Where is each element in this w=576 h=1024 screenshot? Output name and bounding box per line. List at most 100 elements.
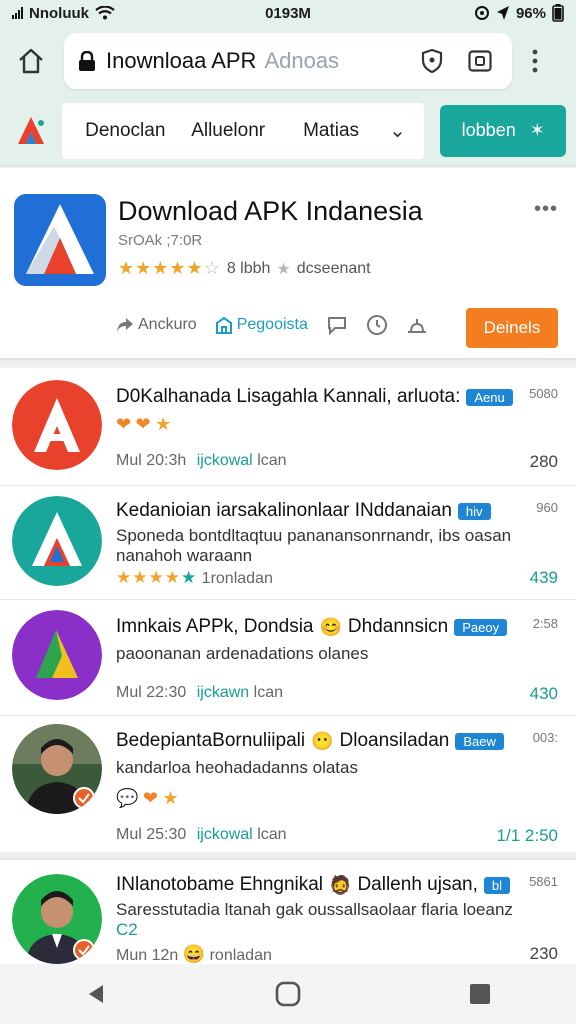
list-item[interactable]: Imnkais APPk, Dondsia 😊 Dhdannsicn Paeoy… bbox=[0, 600, 576, 716]
status-badge: Aenu bbox=[466, 388, 513, 406]
app-version: 003: bbox=[532, 730, 558, 745]
location-icon bbox=[496, 6, 509, 20]
recents-icon bbox=[470, 984, 490, 1004]
tabs-button[interactable] bbox=[462, 43, 498, 79]
nav-item-1[interactable]: Denoclan bbox=[74, 120, 177, 142]
chevron-down-icon[interactable]: ⌄ bbox=[383, 118, 413, 143]
status-badge: Baew bbox=[455, 732, 504, 750]
home-icon bbox=[19, 48, 43, 74]
rating-star-outline-icon: ★ bbox=[276, 260, 291, 278]
smile-icon: 😊 bbox=[319, 616, 342, 637]
heart-icon: ❤ bbox=[135, 414, 151, 434]
menu-button[interactable] bbox=[520, 41, 550, 81]
download-count: 439 bbox=[529, 568, 558, 587]
developer-link[interactable]: ijckowal bbox=[197, 826, 253, 843]
rating-extra: dcseenant bbox=[296, 259, 371, 277]
site-nav: Denoclan Alluelonr Matias ⌄ lobben ✶ bbox=[0, 96, 576, 166]
list-item[interactable]: INlanotobame Ehngnikal 🧔 Dallenh ujsan, … bbox=[0, 860, 576, 964]
download-count: 1/1 2:50 bbox=[496, 826, 558, 845]
lock-icon bbox=[79, 51, 95, 71]
app-icon bbox=[12, 496, 102, 586]
app-icon bbox=[12, 610, 102, 700]
status-badge: Paeoy bbox=[454, 618, 508, 636]
clock-icon[interactable] bbox=[366, 314, 388, 336]
app-title: INlanotobame Ehngnikal 🧔 Dallenh ujsan, … bbox=[116, 874, 510, 896]
home-button[interactable] bbox=[10, 40, 52, 82]
info-action[interactable]: Pegooista bbox=[215, 316, 308, 334]
alarm-icon bbox=[474, 6, 489, 20]
browser-toolbar: Inownloaa APR Adnoas bbox=[0, 26, 576, 96]
featured-app-card: Download APK Indanesia SrOAk ;7:0R ★★★★★… bbox=[0, 168, 576, 358]
hero-actions: Anckuro Pegooista bbox=[116, 314, 428, 336]
person-icon: 🧔 bbox=[329, 874, 352, 895]
list-item[interactable]: D0Kalhanada Lisagahla Kannali, arluota: … bbox=[0, 368, 576, 486]
back-button[interactable] bbox=[66, 964, 126, 1024]
tabs-icon bbox=[468, 50, 492, 72]
share-icon bbox=[117, 318, 133, 332]
avatar bbox=[12, 874, 102, 964]
home-nav-button[interactable] bbox=[258, 964, 318, 1024]
app-version: 5861 bbox=[529, 874, 558, 889]
rating-stars: ★★★★★☆ bbox=[118, 258, 221, 278]
download-count: 230 bbox=[529, 944, 558, 963]
chat-icon: 💬 bbox=[116, 788, 139, 808]
download-button[interactable]: Deinels bbox=[466, 308, 558, 348]
bookmark-icon[interactable] bbox=[406, 315, 428, 335]
app-tags: ❤ ❤ ★ bbox=[116, 414, 171, 435]
rating-count: 8 lbbh bbox=[226, 259, 271, 277]
more-vert-icon bbox=[532, 49, 538, 73]
developer-link[interactable]: ijckawn bbox=[197, 684, 249, 701]
battery-icon bbox=[552, 4, 564, 22]
comment-icon[interactable] bbox=[326, 315, 348, 335]
page-title: Download APK Indanesia bbox=[118, 196, 423, 226]
url-hint: Adnoas bbox=[264, 48, 340, 73]
wifi-icon bbox=[95, 6, 115, 20]
star-icon: ★ bbox=[155, 414, 172, 434]
back-icon bbox=[89, 985, 103, 1003]
app-meta: Mun 12n 😄 ronladan bbox=[116, 944, 272, 964]
app-meta: Mul 22:30 ijckawn lcan bbox=[116, 684, 283, 701]
laugh-icon: 😄 bbox=[182, 944, 206, 964]
status-badge: bl bbox=[483, 876, 510, 894]
site-logo-icon bbox=[17, 116, 44, 144]
download-count: 280 bbox=[529, 452, 558, 471]
nav-item-3[interactable]: Matias bbox=[280, 120, 383, 142]
app-description: kandarloa heohadadanns olatas bbox=[116, 758, 358, 777]
more-horiz-icon[interactable]: ••• bbox=[534, 198, 558, 221]
nav-cta-label: lobben bbox=[461, 120, 516, 140]
signal-icon bbox=[12, 7, 23, 19]
developer-link[interactable]: ijckowal bbox=[197, 452, 253, 469]
list-item[interactable]: Kedanioian iarsakalinonlaar INddanaian h… bbox=[0, 486, 576, 600]
status-bar: Nnoluuk 0193M 96% bbox=[0, 0, 576, 26]
app-tags: 💬 ❤ ★ bbox=[116, 788, 179, 809]
app-description: Sponeda bontdltaqtuu pananansonrnandr, i… bbox=[116, 526, 512, 565]
carrier-name: Nnoluuk bbox=[29, 4, 89, 22]
app-title: Kedanioian iarsakalinonlaar INddanaian h… bbox=[116, 500, 491, 522]
list-item[interactable]: BedepiantaBornuliipali 😶 Dloansiladan Ba… bbox=[0, 716, 576, 852]
site-logo[interactable] bbox=[10, 110, 52, 152]
nav-item-2[interactable]: Alluelonr bbox=[177, 120, 280, 142]
heart-icon: ❤ bbox=[116, 414, 132, 434]
app-rating: ★★★★★☆ 8 lbbh ★ dcseenant bbox=[118, 258, 371, 279]
app-logo-icon bbox=[14, 194, 106, 286]
avatar bbox=[12, 724, 102, 814]
url-text: Inownloaa APR bbox=[106, 48, 257, 73]
app-title: D0Kalhanada Lisagahla Kannali, arluota: … bbox=[116, 386, 513, 408]
app-description: paoonanan ardenadations olanes bbox=[116, 644, 369, 663]
system-nav-bar bbox=[0, 964, 576, 1024]
rating-stars: ★★★★★ bbox=[116, 568, 198, 587]
shield-button[interactable] bbox=[414, 43, 450, 79]
nav-cta-button[interactable]: lobben ✶ bbox=[440, 104, 566, 157]
address-bar[interactable]: Inownloaa APR Adnoas bbox=[64, 33, 512, 89]
app-rating: ★★★★★ 1ronladan bbox=[116, 568, 273, 587]
app-title: BedepiantaBornuliipali 😶 Dloansiladan Ba… bbox=[116, 730, 504, 752]
heart-icon: ❤ bbox=[142, 788, 158, 808]
star-icon: ★ bbox=[162, 788, 179, 808]
share-action[interactable]: Anckuro bbox=[116, 316, 197, 334]
shield-icon bbox=[421, 49, 443, 73]
app-icon bbox=[12, 380, 102, 470]
building-icon bbox=[215, 316, 232, 334]
battery-percent: 96% bbox=[515, 4, 546, 22]
status-badge: hiv bbox=[457, 502, 491, 520]
recents-button[interactable] bbox=[450, 964, 510, 1024]
